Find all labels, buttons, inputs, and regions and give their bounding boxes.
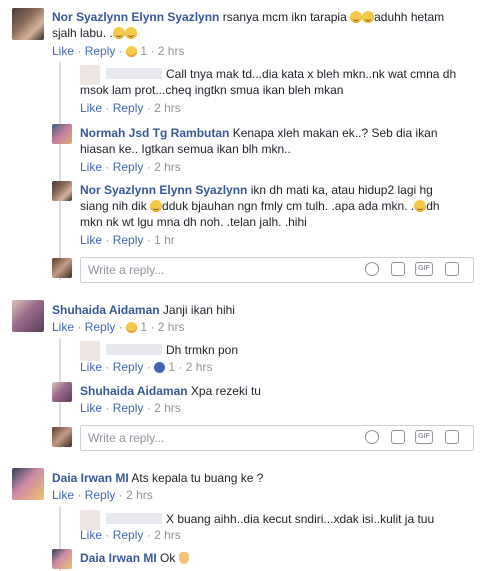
redacted-name bbox=[106, 68, 162, 79]
grinning-emoji-icon bbox=[112, 27, 125, 39]
camera-icon[interactable] bbox=[391, 430, 405, 444]
commenter-name[interactable]: Daia Irwan MI bbox=[80, 551, 157, 565]
grinning-sweat-emoji-icon bbox=[362, 11, 375, 23]
avatar[interactable] bbox=[52, 181, 72, 201]
reply-link[interactable]: Reply bbox=[113, 360, 144, 374]
reply-actions: Like · Reply · 1 · 2 hrs bbox=[80, 360, 213, 374]
timestamp[interactable]: 2 hrs bbox=[154, 528, 181, 542]
reply-input[interactable]: Write a reply... GIF bbox=[80, 257, 474, 283]
reply-text-continued: mkn nk wt lgu mna dh noh. .telan jalh. .… bbox=[80, 215, 307, 229]
comment-text: Daia Irwan MI Ats kepala tu buang ke ? bbox=[52, 471, 264, 485]
avatar[interactable] bbox=[52, 382, 72, 402]
emoji-icon[interactable] bbox=[365, 262, 379, 276]
avatar[interactable] bbox=[52, 124, 72, 144]
gif-icon[interactable]: GIF bbox=[415, 430, 433, 444]
grinning-emoji-icon bbox=[124, 27, 137, 39]
avatar[interactable] bbox=[80, 510, 100, 530]
like-reaction-icon[interactable] bbox=[154, 362, 166, 373]
ok-hand-emoji-icon bbox=[178, 552, 189, 564]
like-link[interactable]: Like bbox=[52, 320, 74, 334]
reply-actions: Like · Reply · 1 hr bbox=[80, 233, 175, 247]
reply-text: Daia Irwan MI Ok bbox=[80, 551, 189, 565]
comment-actions: Like · Reply · 1 · 2 hrs bbox=[52, 44, 185, 58]
like-link[interactable]: Like bbox=[80, 160, 102, 174]
reply-text: X buang aihh..dia kecut sndiri...xdak is… bbox=[166, 512, 435, 526]
reaction-count[interactable]: 1 bbox=[140, 44, 147, 58]
camera-icon[interactable] bbox=[391, 262, 405, 276]
avatar bbox=[52, 258, 72, 278]
grinning-emoji-icon bbox=[414, 200, 427, 212]
reply-actions: Like · Reply · 2 hrs bbox=[80, 101, 181, 115]
reaction-count[interactable]: 1 bbox=[140, 320, 147, 334]
avatar bbox=[52, 427, 72, 447]
sticker-icon[interactable] bbox=[445, 430, 459, 444]
avatar[interactable] bbox=[12, 8, 44, 40]
gif-icon[interactable]: GIF bbox=[415, 262, 433, 276]
reply-link[interactable]: Reply bbox=[113, 233, 144, 247]
timestamp[interactable]: 2 hrs bbox=[158, 44, 185, 58]
commenter-name[interactable]: Nor Syazlynn Elynn Syazlynn bbox=[52, 10, 219, 24]
commenter-name[interactable]: Shuhaida Aidaman bbox=[80, 384, 188, 398]
reply-placeholder: Write a reply... bbox=[88, 431, 165, 445]
reply-input[interactable]: Write a reply... GIF bbox=[80, 425, 474, 451]
reaction-count[interactable]: 1 bbox=[168, 360, 175, 374]
commenter-name[interactable]: Normah Jsd Tg Rambutan bbox=[80, 126, 229, 140]
haha-reaction-icon[interactable] bbox=[126, 46, 138, 57]
reply-placeholder: Write a reply... bbox=[88, 263, 165, 277]
comment-actions: Like · Reply · 2 hrs bbox=[52, 488, 153, 502]
reply-link[interactable]: Reply bbox=[85, 44, 116, 58]
avatar[interactable] bbox=[52, 549, 72, 569]
reply-thread-line bbox=[59, 62, 61, 280]
avatar[interactable] bbox=[80, 65, 100, 85]
reply-text: Shuhaida Aidaman Xpa rezeki tu bbox=[80, 384, 261, 398]
haha-reaction-icon[interactable] bbox=[126, 322, 138, 333]
redacted-name bbox=[106, 513, 162, 524]
reply-text-continued: hiasan ke.. Igtkan semua ikan blh mkn.. bbox=[80, 142, 291, 156]
reply-link[interactable]: Reply bbox=[85, 488, 116, 502]
comment-text: Nor Syazlynn Elynn Syazlynn rsanya mcm i… bbox=[52, 10, 445, 24]
like-link[interactable]: Like bbox=[80, 528, 102, 542]
like-link[interactable]: Like bbox=[52, 488, 74, 502]
comment-actions: Like · Reply · 1 · 2 hrs bbox=[52, 320, 185, 334]
reply-actions: Like · Reply · 2 hrs bbox=[80, 528, 181, 542]
commenter-name[interactable]: Shuhaida Aidaman bbox=[52, 303, 160, 317]
avatar[interactable] bbox=[80, 341, 100, 361]
sticker-icon[interactable] bbox=[445, 262, 459, 276]
like-link[interactable]: Like bbox=[80, 401, 102, 415]
like-link[interactable]: Like bbox=[80, 233, 102, 247]
redacted-name bbox=[106, 344, 162, 355]
timestamp[interactable]: 2 hrs bbox=[158, 320, 185, 334]
reply-actions: Like · Reply · 2 hrs bbox=[80, 160, 181, 174]
avatar[interactable] bbox=[12, 468, 44, 500]
reply-text-continued: siang nih dik dduk bjauhan ngn fmly cm t… bbox=[80, 199, 440, 213]
timestamp[interactable]: 2 hrs bbox=[154, 101, 181, 115]
reply-text: Call tnya mak td...dia kata x bleh mkn..… bbox=[166, 67, 457, 81]
emoji-icon[interactable] bbox=[365, 430, 379, 444]
reply-link[interactable]: Reply bbox=[113, 160, 144, 174]
comment-text-continued: sjalh labu. . bbox=[52, 26, 137, 40]
timestamp[interactable]: 1 hr bbox=[154, 233, 175, 247]
timestamp[interactable]: 2 hrs bbox=[186, 360, 213, 374]
reply-link[interactable]: Reply bbox=[113, 401, 144, 415]
grinning-emoji-icon bbox=[350, 11, 363, 23]
timestamp[interactable]: 2 hrs bbox=[126, 488, 153, 502]
like-link[interactable]: Like bbox=[52, 44, 74, 58]
reply-link[interactable]: Reply bbox=[113, 528, 144, 542]
grinning-emoji-icon bbox=[150, 200, 163, 212]
reply-link[interactable]: Reply bbox=[85, 320, 116, 334]
reply-text-continued: msok lam prot...cheq ingtkn smua ikan bl… bbox=[80, 83, 344, 97]
reply-actions: Like · Reply · 2 hrs bbox=[80, 401, 181, 415]
avatar[interactable] bbox=[12, 300, 44, 332]
like-link[interactable]: Like bbox=[80, 360, 102, 374]
timestamp[interactable]: 2 hrs bbox=[154, 160, 181, 174]
timestamp[interactable]: 2 hrs bbox=[154, 401, 181, 415]
reply-text: Nor Syazlynn Elynn Syazlynn ikn dh mati … bbox=[80, 183, 433, 197]
reply-text: Normah Jsd Tg Rambutan Kenapa xleh makan… bbox=[80, 126, 438, 140]
reply-link[interactable]: Reply bbox=[113, 101, 144, 115]
comment-text: Shuhaida Aidaman Janji ikan hihi bbox=[52, 303, 235, 317]
commenter-name[interactable]: Daia Irwan MI bbox=[52, 471, 129, 485]
commenter-name[interactable]: Nor Syazlynn Elynn Syazlynn bbox=[80, 183, 247, 197]
reply-text: Dh trmkn pon bbox=[166, 343, 239, 357]
like-link[interactable]: Like bbox=[80, 101, 102, 115]
